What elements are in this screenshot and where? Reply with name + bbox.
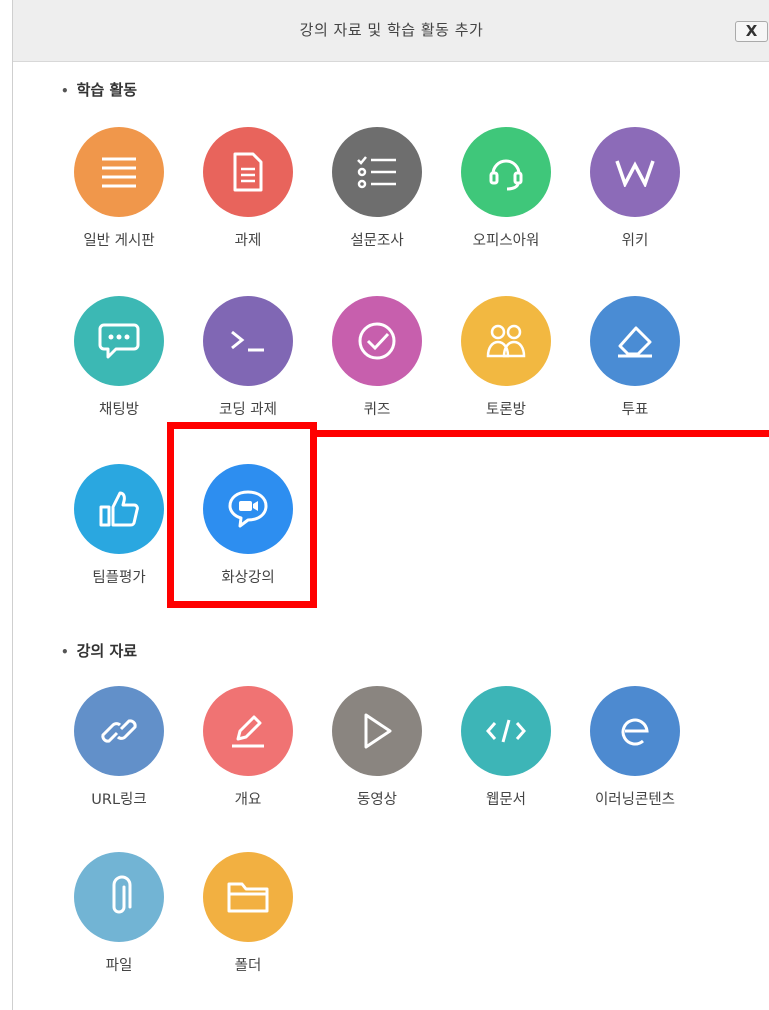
headset-icon: [461, 127, 551, 217]
item-label: 코딩 과제: [219, 402, 277, 418]
item-label: URL링크: [91, 792, 147, 808]
add-activity-dialog: 강의 자료 및 학습 활동 추가 X • 학습 활동 일반 게시판 과제 설문조사…: [12, 0, 769, 1010]
material-video[interactable]: 동영상: [317, 686, 437, 816]
item-label: 채팅방: [98, 402, 140, 418]
pencil-icon: [203, 686, 293, 776]
paperclip-icon: [74, 852, 164, 942]
highlight-box: [167, 422, 317, 608]
folder-icon: [203, 852, 293, 942]
activity-wiki[interactable]: 위키: [575, 127, 695, 257]
material-overview[interactable]: 개요: [188, 686, 308, 816]
activity-survey[interactable]: 설문조사: [317, 127, 437, 257]
item-label: 퀴즈: [363, 402, 391, 418]
item-label: 파일: [105, 958, 133, 974]
link-icon: [74, 686, 164, 776]
section-title-materials: • 강의 자료: [61, 642, 138, 660]
document-icon: [203, 127, 293, 217]
dialog-title: 강의 자료 및 학습 활동 추가: [299, 21, 484, 39]
item-label: 위키: [621, 233, 649, 249]
close-icon: X: [745, 22, 758, 40]
eraser-icon: [590, 296, 680, 386]
dialog-header: 강의 자료 및 학습 활동 추가 X: [13, 0, 769, 62]
item-label: 투표: [621, 402, 649, 418]
item-label: 개요: [234, 792, 262, 808]
activity-chat-room[interactable]: 채팅방: [59, 296, 179, 426]
people-icon: [461, 296, 551, 386]
item-label: 설문조사: [350, 233, 404, 249]
terminal-icon: [203, 296, 293, 386]
checklist-icon: [332, 127, 422, 217]
item-label: 과제: [234, 233, 262, 249]
section-title-activities: • 학습 활동: [61, 81, 138, 99]
play-icon: [332, 686, 422, 776]
activity-quiz[interactable]: 퀴즈: [317, 296, 437, 426]
activity-team-evaluation[interactable]: 팀플평가: [59, 464, 179, 594]
item-label: 동영상: [356, 792, 398, 808]
chat-bubble-icon: [74, 296, 164, 386]
activity-discussion[interactable]: 토론방: [446, 296, 566, 426]
item-label: 폴더: [234, 958, 262, 974]
close-button[interactable]: X: [735, 21, 768, 42]
item-label: 웹문서: [485, 792, 527, 808]
wiki-w-icon: [590, 127, 680, 217]
activity-assignment[interactable]: 과제: [188, 127, 308, 257]
material-elearning-content[interactable]: 이러닝콘텐츠: [575, 686, 695, 816]
material-url-link[interactable]: URL링크: [59, 686, 179, 816]
item-label: 토론방: [485, 402, 527, 418]
elearning-e-icon: [590, 686, 680, 776]
activity-general-board[interactable]: 일반 게시판: [59, 127, 179, 257]
item-label: 이러닝콘텐츠: [594, 792, 676, 808]
activity-coding-assignment[interactable]: 코딩 과제: [188, 296, 308, 426]
material-file[interactable]: 파일: [59, 852, 179, 982]
check-circle-icon: [332, 296, 422, 386]
item-label: 일반 게시판: [83, 233, 155, 249]
activity-vote[interactable]: 투표: [575, 296, 695, 426]
code-icon: [461, 686, 551, 776]
thumbs-up-icon: [74, 464, 164, 554]
activity-office-hours[interactable]: 오피스아워: [446, 127, 566, 257]
item-label: 오피스아워: [472, 233, 540, 249]
material-web-document[interactable]: 웹문서: [446, 686, 566, 816]
highlight-pointer-line: [317, 430, 769, 437]
material-folder[interactable]: 폴더: [188, 852, 308, 982]
list-icon: [74, 127, 164, 217]
